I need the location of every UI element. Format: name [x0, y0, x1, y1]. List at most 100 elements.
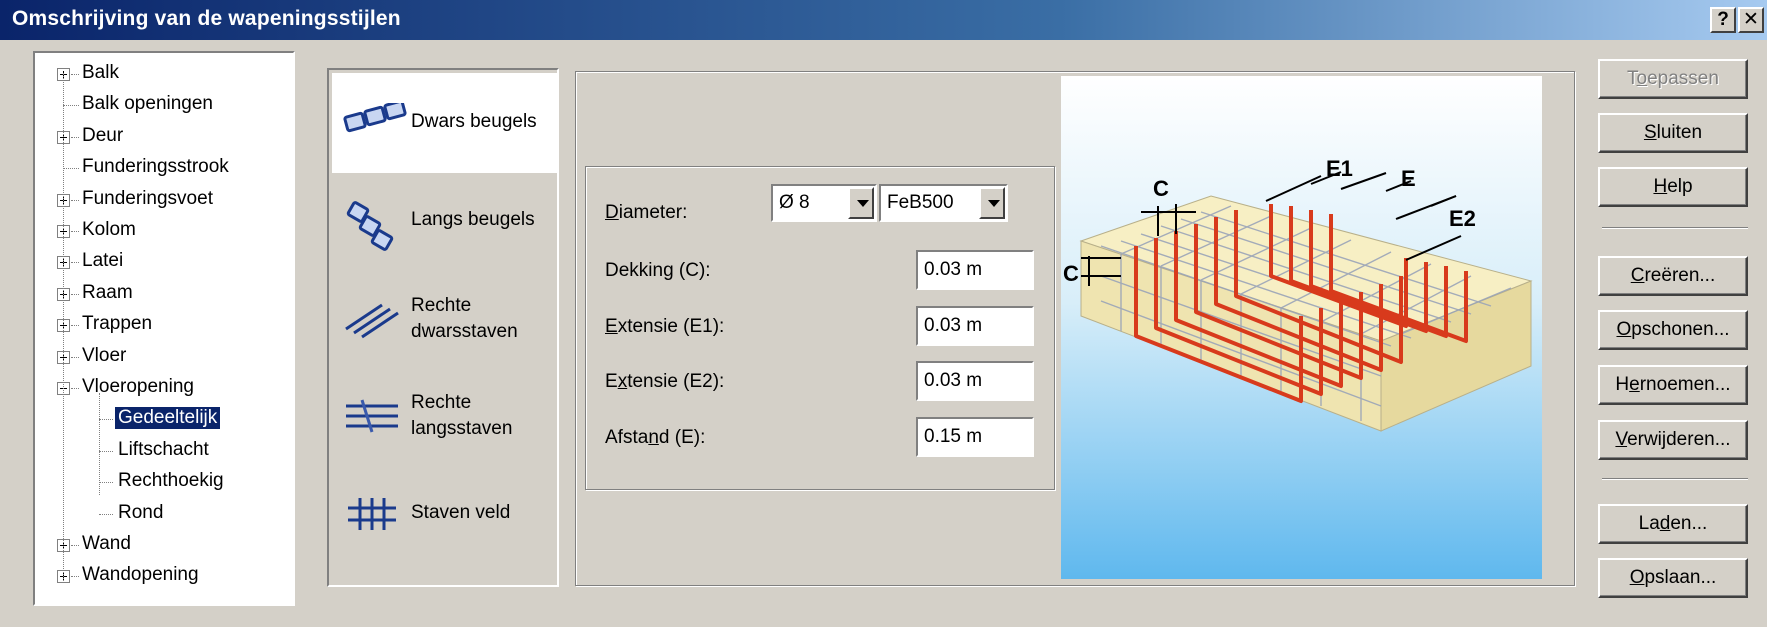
tree-item[interactable]: Rechthoekig [35, 467, 293, 497]
tree-item-label: Liftschacht [118, 438, 209, 460]
tab-rechte-langsstaven[interactable]: Rechte langsstaven [332, 366, 558, 466]
tree-item[interactable]: Rond [35, 499, 293, 529]
rechte-langsstaven-icon [342, 396, 402, 442]
tree-connector [99, 513, 113, 515]
help-button[interactable]: Help [1598, 167, 1748, 207]
diagram-label-c-side: C [1063, 261, 1079, 286]
laden-button[interactable]: Laden... [1598, 504, 1748, 544]
toepassen-button[interactable]: Toepassen [1598, 59, 1748, 99]
tab-label-line2: langsstaven [411, 418, 513, 439]
tree-item-label: Deur [82, 124, 124, 146]
tree-item[interactable]: Raam [35, 279, 293, 309]
langs-beugels-icon [342, 201, 402, 257]
diagram-label-c-top: C [1153, 176, 1169, 201]
tree-item[interactable]: Liftschacht [35, 436, 293, 466]
tree-item-label: Raam [82, 281, 133, 303]
tree-connector [63, 168, 79, 170]
tab-rechte-dwarsstaven[interactable]: Rechte dwarsstaven [332, 269, 558, 369]
extensie1-input[interactable]: 0.03 m [916, 306, 1034, 346]
tree-item-label: Latei [82, 250, 124, 272]
close-button[interactable]: ✕ [1738, 7, 1764, 33]
chevron-down-icon[interactable] [848, 187, 874, 219]
tree-item-label: Funderingsvoet [82, 187, 213, 209]
tree-item[interactable]: Balk openingen [35, 90, 293, 120]
tab-label: Rechte [411, 392, 472, 413]
diameter-value: Ø 8 [779, 192, 810, 213]
tree-item-label: Balk openingen [82, 93, 213, 115]
tab-label: Rechte [411, 295, 472, 316]
tree-item[interactable]: Kolom [35, 216, 293, 246]
tree-item-label: Rechthoekig [118, 470, 224, 492]
tree-item[interactable]: Deur [35, 122, 293, 152]
tab-langs-beugels[interactable]: Langs beugels [332, 171, 558, 271]
tree-item-label: Wand [82, 533, 131, 554]
verwijderen-button[interactable]: Verwijderen... [1598, 420, 1748, 460]
extensie2-label: Extensie (E2): [605, 371, 725, 392]
tree-item[interactable]: Wandopening [35, 561, 293, 591]
diagram-label-e2: E2 [1449, 206, 1476, 231]
tree-item-label: Gedeeltelijk [113, 406, 222, 431]
afstand-label: Afstand (E): [605, 427, 706, 448]
tree-item[interactable]: Latei [35, 247, 293, 277]
tree-guide [63, 73, 64, 583]
tree-item[interactable]: Gedeeltelijk [35, 404, 293, 434]
tab-label: Staven veld [411, 502, 511, 523]
diagram-label-e: E [1401, 166, 1416, 191]
tree-item[interactable]: Vloeropening [35, 373, 293, 403]
tab-label: Langs beugels [411, 209, 535, 230]
dekking-input[interactable]: 0.03 m [916, 250, 1034, 290]
button-separator [1602, 227, 1748, 229]
button-separator [1602, 478, 1748, 480]
tree-connector [71, 293, 79, 295]
window-title: Omschrijving van de wapeningsstijlen [12, 7, 401, 30]
chevron-down-icon[interactable] [979, 187, 1005, 219]
extensie1-label: Extensie (E1): [605, 316, 725, 337]
tree-item[interactable]: Funderingsstrook [35, 153, 293, 183]
rechte-dwarsstaven-icon [342, 299, 402, 345]
afstand-input[interactable]: 0.15 m [916, 417, 1034, 457]
opslaan-button[interactable]: Opslaan... [1598, 558, 1748, 598]
tree-item-label: Kolom [82, 219, 136, 240]
tree-item-label: Funderingsstrook [82, 156, 229, 178]
tree-item-label: Rond [118, 501, 164, 523]
tree-item-label: Vloer [82, 344, 127, 366]
diameter-select[interactable]: Ø 8 [771, 184, 877, 222]
dwars-beugels-icon [342, 99, 408, 149]
tree-item[interactable]: Funderingsvoet [35, 185, 293, 215]
rebar-illustration: C C E1 E E2 [1061, 76, 1542, 579]
tree-item-label: Wandopening [82, 564, 199, 586]
extensie2-input[interactable]: 0.03 m [916, 361, 1034, 401]
tree-connector [71, 136, 79, 138]
tab-dwars-beugels[interactable]: Dwars beugels [332, 73, 558, 173]
tree-connector [71, 325, 79, 327]
creeren-button[interactable]: Creëren... [1598, 256, 1748, 296]
tree-item-label: Balk [82, 62, 119, 83]
tree-connector [99, 419, 113, 421]
tree-item[interactable]: Balk [35, 59, 293, 89]
staven-veld-icon [342, 494, 402, 540]
tree-connector [71, 545, 79, 546]
help-title-button[interactable]: ? [1710, 7, 1736, 33]
tree-item[interactable]: Trappen [35, 310, 293, 340]
tab-label-line2: dwarsstaven [411, 321, 518, 342]
tree-connector [71, 231, 79, 232]
tree-guide [99, 393, 100, 495]
tree-connector [71, 576, 79, 578]
tree-item[interactable]: Wand [35, 530, 293, 560]
title-bar[interactable]: Omschrijving van de wapeningsstijlen ? ✕ [0, 0, 1767, 40]
tree-connector [71, 356, 79, 358]
tree-connector [71, 388, 79, 389]
tree-item-label: Trappen [82, 313, 153, 335]
sluiten-button[interactable]: Sluiten [1598, 113, 1748, 153]
tree-connector [71, 199, 79, 201]
tree-item[interactable]: Vloer [35, 342, 293, 372]
steel-grade-select[interactable]: FeB500 [879, 184, 1008, 222]
opschonen-button[interactable]: Opschonen... [1598, 310, 1748, 350]
tab-staven-veld[interactable]: Staven veld [332, 464, 558, 564]
tab-label: Dwars beugels [411, 111, 537, 132]
dekking-label: Dekking (C): [605, 260, 711, 281]
tree-connector [99, 482, 113, 484]
hernoemen-button[interactable]: Hernoemen... [1598, 365, 1748, 405]
tree-connector [99, 450, 113, 452]
style-tree[interactable]: Balk Balk openingen Deur Funderingsstrook Fu… [33, 51, 295, 606]
